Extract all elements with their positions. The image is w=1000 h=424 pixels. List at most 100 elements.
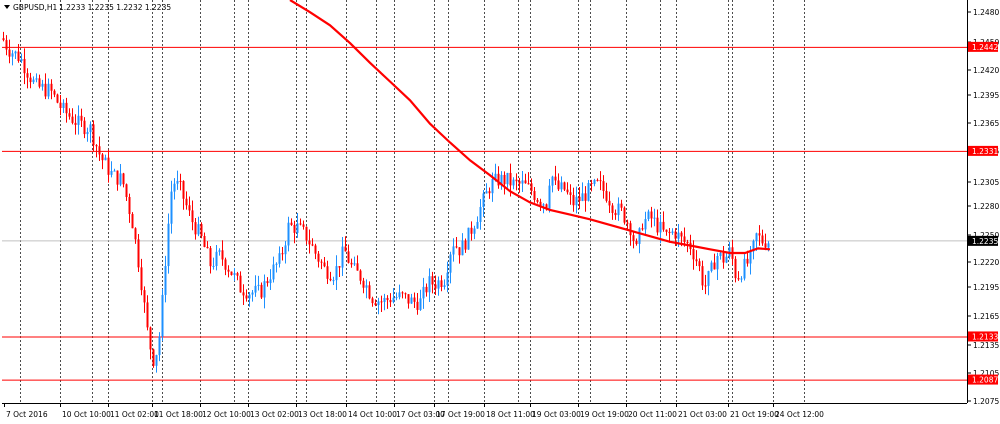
candle-body <box>341 246 344 268</box>
candle-body <box>659 221 662 233</box>
candle-body <box>311 244 314 246</box>
candle-body <box>215 251 218 266</box>
candle-body <box>185 198 188 206</box>
level-badge-label: 1.2442 <box>972 43 998 52</box>
candle-body <box>308 240 311 245</box>
candle-body <box>737 278 740 280</box>
candle-body <box>47 83 50 97</box>
candle-body <box>623 207 626 223</box>
candle-body <box>374 303 377 306</box>
candle-body <box>578 196 581 202</box>
candle-body <box>326 266 329 279</box>
candle-body <box>263 281 266 298</box>
candle-body <box>65 102 68 114</box>
candle-body <box>398 292 401 298</box>
candle-body <box>146 302 149 328</box>
candle-body <box>260 284 263 298</box>
candle-body <box>755 233 758 241</box>
x-tick-label: 7 Oct 2016 <box>6 410 48 419</box>
candle-body <box>11 53 14 57</box>
x-tick-label: 11 Oct 18:00 <box>154 410 203 419</box>
candle-body <box>629 223 632 236</box>
candle-body <box>296 223 299 233</box>
candle-body <box>410 297 413 304</box>
candle-body <box>590 183 593 185</box>
candle-body <box>434 284 437 289</box>
candle-body <box>536 199 539 202</box>
candle-body <box>74 122 77 125</box>
candle-body <box>131 214 134 229</box>
candle-body <box>83 120 86 135</box>
candle-body <box>344 246 347 252</box>
x-tick-label: 11 Oct 02:00 <box>110 410 159 419</box>
candle-body <box>167 223 170 267</box>
candle-body <box>749 251 752 264</box>
candle-body <box>650 211 653 219</box>
candle-body <box>572 194 575 206</box>
candle-body <box>527 183 530 185</box>
candle-body <box>719 252 722 257</box>
x-tick-label: 12 Oct 10:00 <box>202 410 251 419</box>
candle-body <box>110 170 113 175</box>
candle-body <box>767 243 770 248</box>
candle-body <box>104 157 107 161</box>
candle-body <box>386 297 389 301</box>
x-tick-label: 24 Oct 12:00 <box>775 410 824 419</box>
candle-body <box>194 222 197 235</box>
candle-body <box>239 275 242 293</box>
candle-body <box>236 273 239 276</box>
candle-body <box>707 271 710 286</box>
candle-body <box>632 235 635 241</box>
candle-body <box>107 157 110 175</box>
candle-body <box>347 251 350 263</box>
candle-body <box>89 124 92 133</box>
current-price-label: 1.2235 <box>972 237 998 246</box>
x-tick-label: 19 Oct 19:00 <box>580 410 629 419</box>
candle-body <box>137 239 140 268</box>
candle-body <box>212 265 215 267</box>
candle-body <box>557 180 560 190</box>
candle-body <box>467 227 470 250</box>
candle-body <box>560 182 563 190</box>
candle-body <box>314 245 317 254</box>
candle-body <box>461 240 464 256</box>
candle-body <box>599 180 602 182</box>
candle-body <box>479 206 482 222</box>
candle-body <box>233 273 236 275</box>
candle-body <box>269 279 272 284</box>
candle-body <box>512 179 515 186</box>
candle-body <box>362 280 365 288</box>
candle-body <box>449 254 452 273</box>
candle-body <box>758 233 761 236</box>
candle-body <box>92 124 95 146</box>
candle-body <box>245 295 248 299</box>
candle-body <box>665 229 668 232</box>
candle-body <box>554 176 557 181</box>
candle-body <box>227 269 230 272</box>
candle-body <box>80 115 83 121</box>
candle-body <box>575 196 578 206</box>
x-tick-label: 17 Oct 19:00 <box>436 410 485 419</box>
candle-body <box>596 179 599 181</box>
candle-body <box>428 276 431 293</box>
candle-body <box>332 280 335 282</box>
candle-body <box>350 262 353 265</box>
candle-body <box>644 219 647 230</box>
candle-body <box>95 145 98 147</box>
candle-body <box>377 301 380 306</box>
chart-background <box>0 0 1000 424</box>
candle-body <box>686 241 689 243</box>
y-tick-label: 1.2220 <box>973 258 999 267</box>
candle-body <box>704 285 707 287</box>
candle-body <box>695 259 698 262</box>
candle-body <box>71 116 74 123</box>
candle-body <box>392 297 395 303</box>
x-tick-label: 20 Oct 11:00 <box>628 410 677 419</box>
candle-body <box>482 193 485 207</box>
candle-body <box>551 176 554 186</box>
candle-body <box>437 280 440 289</box>
candle-body <box>77 115 80 125</box>
candle-body <box>464 240 467 250</box>
candle-body <box>206 246 209 249</box>
candle-body <box>86 132 89 135</box>
